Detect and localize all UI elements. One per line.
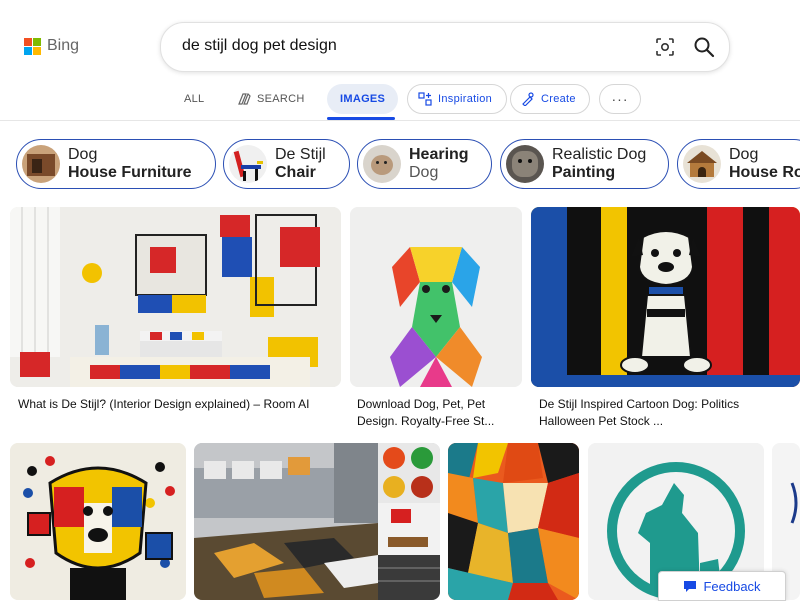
image-result-room-ai[interactable] (10, 207, 341, 387)
result-caption-line1: De Stijl Inspired Cartoon Dog: Politics (539, 397, 740, 411)
feedback-label: Feedback (703, 578, 761, 594)
search-icon[interactable] (693, 36, 715, 58)
tab-create-label: Create (541, 93, 576, 105)
rug-room-image (194, 443, 440, 600)
result-caption[interactable]: What is De Stijl? (Interior Design expla… (18, 396, 348, 413)
bing-logo[interactable]: Bing (24, 37, 79, 55)
tab-create[interactable]: Create (510, 84, 590, 114)
chip-label-line2: Dog (409, 164, 439, 181)
chip-label-line2: Painting (552, 164, 616, 181)
chip-label-line2: Chair (275, 164, 316, 181)
image-result-rug-living-room[interactable] (194, 443, 440, 600)
visual-search-icon[interactable] (655, 37, 675, 57)
feedback-button[interactable]: Feedback (658, 571, 786, 601)
room-interior-image (10, 207, 341, 387)
tab-all[interactable]: ALL (184, 84, 204, 114)
tab-search-label: SEARCH (257, 93, 305, 105)
search-box[interactable]: de stijl dog pet design (160, 22, 730, 72)
brand-name: Bing (47, 37, 80, 54)
header-divider (0, 120, 800, 121)
chip-label-line2: House Ro (729, 164, 800, 181)
chip-thumbnail (229, 145, 267, 183)
image-result-mondrian-dog[interactable] (10, 443, 186, 600)
search-input[interactable]: de stijl dog pet design (182, 37, 337, 55)
mondrian-dog-image (10, 443, 186, 600)
related-chip-dog-house-furniture[interactable]: Dog House Furniture (16, 139, 216, 189)
chip-thumbnail (506, 145, 544, 183)
chip-label-line1: Dog (729, 146, 759, 163)
copilot-icon (238, 92, 251, 105)
image-result-geometric-pattern[interactable] (448, 443, 579, 600)
result-caption[interactable]: Download Dog, Pet, Pet Design. Royalty-F… (357, 396, 517, 430)
result-caption-line2: Halloween Pet Stock ... (539, 414, 664, 428)
related-chip-realistic-dog-painting[interactable]: Realistic Dog Painting (500, 139, 669, 189)
chip-thumbnail (22, 145, 60, 183)
geometric-pattern-image (448, 443, 579, 600)
image-result-cartoon-dog[interactable] (531, 207, 800, 387)
vertical-tabs: ALL SEARCH IMAGES Inspiration Create ··· (0, 84, 800, 120)
result-caption-line2: Design. Royalty-Free St... (357, 414, 495, 428)
chip-label-line1: De Stijl (275, 146, 326, 163)
image-result-dog-pet-design[interactable] (350, 207, 522, 387)
result-caption-line1: Download Dog, Pet, Pet (357, 397, 486, 411)
chip-thumbnail (683, 145, 721, 183)
chip-label-line2: House Furniture (68, 164, 192, 181)
chip-label-line1: Hearing (409, 146, 469, 163)
chip-thumbnail (363, 145, 401, 183)
inspiration-icon (418, 92, 432, 106)
tab-inspiration[interactable]: Inspiration (407, 84, 507, 114)
related-chip-dog-house-ro[interactable]: Dog House Ro (677, 139, 800, 189)
related-chip-hearing-dog[interactable]: Hearing Dog (357, 139, 492, 189)
related-chip-de-stijl-chair[interactable]: De Stijl Chair (223, 139, 350, 189)
tab-images[interactable]: IMAGES (327, 84, 399, 114)
create-icon (522, 92, 534, 106)
more-button[interactable]: ··· (599, 84, 641, 114)
tab-inspiration-label: Inspiration (438, 93, 493, 105)
polygon-dog-image (350, 207, 522, 387)
tab-search[interactable]: SEARCH (236, 84, 305, 114)
chip-label-line1: Realistic Dog (552, 146, 647, 163)
microsoft-logo-icon (24, 37, 41, 55)
result-caption[interactable]: De Stijl Inspired Cartoon Dog: Politics … (539, 396, 799, 430)
cartoon-dog-image (531, 207, 800, 387)
feedback-icon (684, 580, 697, 592)
chip-label-line1: Dog (68, 146, 98, 163)
